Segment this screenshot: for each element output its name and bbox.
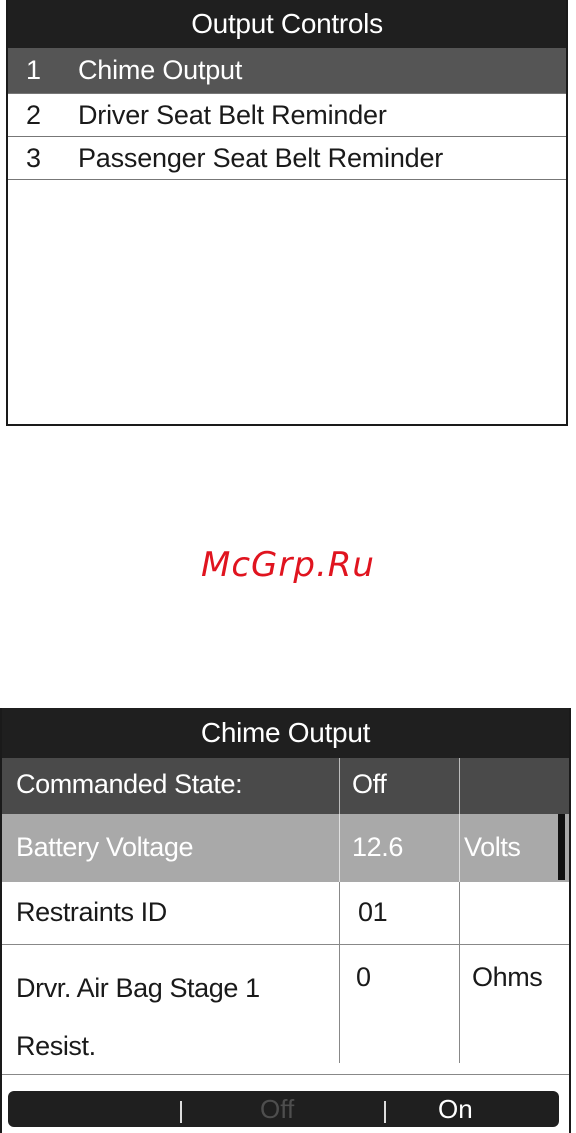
function-key-bar: Off On [8,1091,559,1127]
row-name-line1: Drvr. Air Bag Stage 1 [16,973,260,1003]
menu-item-number: 1 [26,55,41,85]
row-value: 0 [340,945,460,1063]
row-unit [460,882,569,944]
output-controls-title: Output Controls [8,0,566,48]
menu-item-number: 2 [26,99,41,130]
row-name-line2: Resist. [16,1031,96,1061]
menu-item-driver-seat-belt-reminder[interactable]: 2 Driver Seat Belt Reminder [8,94,566,137]
menu-item-chime-output[interactable]: 1 Chime Output [8,48,566,94]
data-row-drvr-air-bag-stage-1[interactable]: Drvr. Air Bag Stage 1 Resist. 0 Ohms [2,945,569,1063]
menu-item-label: Chime Output [78,55,243,85]
row-value: Off [340,758,460,814]
row-name: Restraints ID [2,882,340,944]
chime-output-screen: Chime Output Commanded State: Off Batter… [0,708,571,1133]
row-value: 01 [340,882,460,944]
row-unit [460,758,569,814]
off-button[interactable]: Off [260,1091,294,1127]
scrollbar-thumb[interactable] [558,814,565,880]
divider [384,1101,386,1123]
watermark-text: McGrp.Ru [201,545,375,585]
divider [180,1101,182,1123]
row-unit: Ohms [472,962,543,992]
row-unit: Volts [464,832,521,862]
row-name: Battery Voltage [2,814,340,882]
row-value: 12.6 [340,814,460,882]
on-button[interactable]: On [438,1091,473,1127]
data-row-commanded-state[interactable]: Commanded State: Off [2,758,569,814]
row-name: Drvr. Air Bag Stage 1 Resist. [2,945,340,1063]
chime-output-title: Chime Output [2,708,569,758]
output-controls-screen: Output Controls 1 Chime Output 2 Driver … [6,0,568,426]
data-row-restraints-id[interactable]: Restraints ID 01 [2,882,569,945]
menu-item-number: 3 [26,142,41,173]
data-row-battery-voltage[interactable]: Battery Voltage 12.6 Volts [2,814,569,882]
menu-item-label: Driver Seat Belt Reminder [78,99,387,130]
menu-item-passenger-seat-belt-reminder[interactable]: 3 Passenger Seat Belt Reminder [8,137,566,180]
row-name: Commanded State: [2,758,340,814]
menu-item-label: Passenger Seat Belt Reminder [78,142,444,173]
